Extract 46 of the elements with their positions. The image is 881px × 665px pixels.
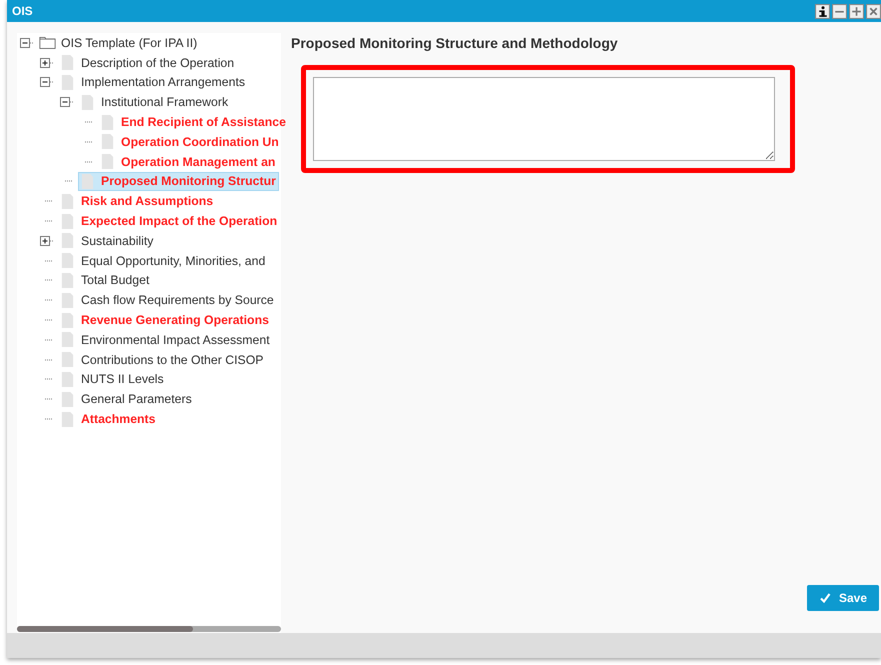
maximize-icon[interactable] [849,4,864,18]
document-icon [59,392,76,407]
tree-item[interactable]: End Recipient of Assistance [98,112,289,132]
document-icon [59,214,76,229]
tree-item[interactable]: Equal Opportunity, Minorities, and [58,251,268,270]
tree-item[interactable]: Institutional Framework [78,92,232,112]
document-icon [79,174,96,189]
document-icon [59,194,76,209]
check-icon [818,592,831,604]
document-icon [59,372,76,387]
document-icon [59,272,76,288]
tree-item[interactable]: Contributions to the Other CISOP [58,350,266,370]
tree-item[interactable]: NUTS II Levels [58,370,167,389]
window-title: OIS [12,4,33,18]
tree-item[interactable]: Revenue Generating Operations [58,310,272,330]
document-icon [59,292,76,308]
tree-item[interactable]: OIS Template (For IPA II) [38,33,200,52]
document-icon [79,94,96,110]
tree-item[interactable]: Operation Coordination Un [98,132,282,152]
tree-item[interactable]: Total Budget [58,270,152,290]
info-icon[interactable] [815,4,830,18]
document-icon [59,312,76,328]
tree-item[interactable]: General Parameters [58,390,195,409]
tree-item[interactable]: Implementation Arrangements [58,72,248,92]
document-icon [59,253,76,268]
document-icon [99,134,116,150]
document-icon [59,412,76,427]
tree-item[interactable]: Expected Impact of the Operation [58,212,280,231]
tree-item[interactable]: Cash flow Requirements by Source [58,290,277,310]
document-icon [99,114,116,130]
document-icon [59,233,76,248]
tree-item[interactable]: Attachments [58,410,158,429]
close-icon[interactable] [866,4,881,18]
document-icon [59,352,76,368]
tree-item[interactable]: Sustainability [58,231,156,250]
minimize-icon[interactable] [832,4,847,18]
document-icon [99,154,116,170]
scrollbar[interactable] [17,626,281,632]
document-icon [59,74,76,90]
document-icon [59,332,76,348]
section-heading: Proposed Monitoring Structure and Methodology [291,35,619,51]
tree-item[interactable]: Risk and Assumptions [58,192,216,211]
tree-item[interactable]: Description of the Operation [58,53,238,72]
tree-item[interactable]: Environmental Impact Assessment [58,330,273,350]
document-icon [59,55,76,70]
tree-item[interactable]: Operation Management an [98,152,278,172]
